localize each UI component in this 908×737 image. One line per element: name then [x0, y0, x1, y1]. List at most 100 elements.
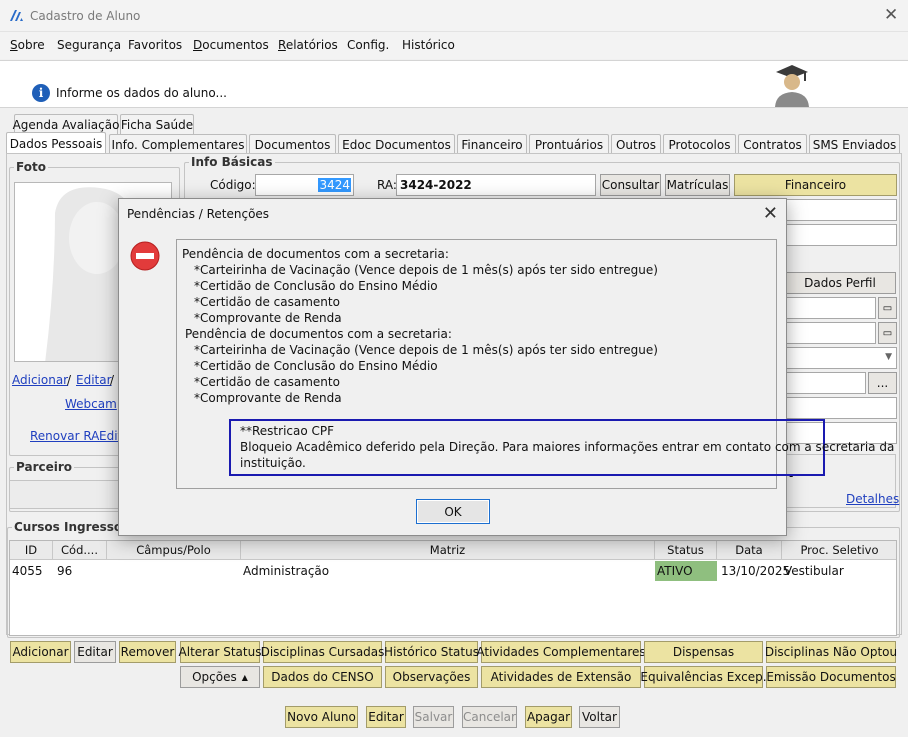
cell-campus [107, 561, 241, 581]
menu-sobre[interactable]: Sobre [10, 38, 45, 52]
ok-button[interactable]: OK [416, 499, 490, 524]
message-box: Pendência de documentos com a secretaria… [176, 239, 894, 489]
message-line: Pendência de documentos com a secretaria… [185, 327, 452, 341]
editar-foto-link[interactable]: Editar [76, 373, 112, 387]
tab-sms-enviados[interactable]: SMS Enviados [809, 134, 900, 154]
column-header-id[interactable]: ID [10, 541, 53, 560]
detalhes-link[interactable]: Detalhes [846, 492, 899, 506]
column-header-campus[interactable]: Câmpus/Polo [107, 541, 241, 560]
menu-historico[interactable]: Histórico [402, 38, 455, 52]
restriction-line: Bloqueio Acadêmico deferido pela Direção… [240, 440, 895, 454]
codigo-field[interactable]: 3424 [255, 174, 354, 196]
remover-curso-button[interactable]: Remover [119, 641, 176, 663]
tab-financeiro[interactable]: Financeiro [457, 134, 527, 154]
cursos-table: ID Cód.... Câmpus/Polo Matriz Status Dat… [9, 540, 897, 636]
foto-legend: Foto [14, 160, 48, 174]
message-line: *Certidão de casamento [194, 295, 340, 309]
column-header-cod[interactable]: Cód.... [53, 541, 107, 560]
dispensas-button[interactable]: Dispensas [644, 641, 763, 663]
tab-outros[interactable]: Outros [611, 134, 661, 154]
graduate-avatar-icon [775, 65, 809, 107]
separator: / [110, 373, 115, 387]
ellipsis-button[interactable]: ... [868, 372, 897, 394]
disciplinas-nao-optou-button[interactable]: Disciplinas Não Optou [765, 641, 897, 663]
adicionar-foto-link[interactable]: Adicionar [12, 373, 68, 387]
matriculas-button[interactable]: Matrículas [665, 174, 730, 196]
parceiro-field[interactable] [9, 480, 121, 509]
tab-protocolos[interactable]: Protocolos [663, 134, 736, 154]
field-right-4[interactable] [784, 397, 897, 419]
column-header-status[interactable]: Status [655, 541, 717, 560]
ra-field[interactable]: 3424-2022 [396, 174, 596, 196]
tab-info-complementares[interactable]: Info. Complementares [109, 134, 247, 154]
close-icon[interactable]: ✕ [884, 5, 898, 25]
tab-edoc-documentos[interactable]: Edoc Documentos [338, 134, 455, 154]
tab-agenda-avaliacao[interactable]: Agenda Avaliação [13, 114, 119, 134]
tab-dados-pessoais[interactable]: Dados Pessoais [6, 132, 106, 154]
select-field[interactable]: ▼ [784, 347, 897, 369]
message-line: *Certidão de Conclusão do Ensino Médio [194, 279, 438, 293]
menu-favoritos[interactable]: Favoritos [128, 38, 182, 52]
apagar-button[interactable]: Apagar [525, 706, 572, 728]
menu-documentos[interactable]: Documentos [193, 38, 269, 52]
financeiro-button[interactable]: Financeiro [734, 174, 897, 196]
date-field-1[interactable] [784, 297, 876, 319]
observacoes-button[interactable]: Observações [385, 666, 478, 688]
menu-config[interactable]: Config. [347, 38, 389, 52]
calendar-icon[interactable]: ▭ [878, 297, 897, 319]
menu-relatorios[interactable]: Relatórios [278, 38, 338, 52]
message-line: Pendência de documentos com a secretaria… [182, 247, 449, 261]
window-title: Cadastro de Aluno [30, 9, 141, 23]
adicionar-curso-button[interactable]: Adicionar [10, 641, 71, 663]
title-bar: Cadastro de Aluno ✕ [0, 0, 908, 32]
calendar-icon[interactable]: ▭ [878, 322, 897, 344]
menu-bar: Sobre Segurança Favoritos Documentos Rel… [0, 32, 908, 59]
message-line: *Comprovante de Renda [194, 311, 342, 325]
column-header-matriz[interactable]: Matriz [241, 541, 655, 560]
historico-status-button[interactable]: Histórico Status [384, 641, 479, 663]
voltar-button[interactable]: Voltar [579, 706, 620, 728]
separator: / [67, 373, 72, 387]
cell-id: 4055 [12, 564, 43, 578]
tab-contratos[interactable]: Contratos [738, 134, 807, 154]
pendencias-dialog: Pendências / Retenções ✕ Pendência de do… [118, 198, 894, 536]
close-icon[interactable]: ✕ [763, 203, 778, 224]
table-row[interactable]: 4055 96 Administração ATIVO 13/10/2025 V… [10, 561, 896, 581]
parceiro-legend: Parceiro [14, 460, 75, 474]
editar-curso-button[interactable]: Editar [74, 641, 116, 663]
emissao-documentos-button[interactable]: Emissão Documentos [766, 666, 896, 688]
tab-prontuarios[interactable]: Prontuários [529, 134, 609, 154]
tab-documentos[interactable]: Documentos [249, 134, 336, 154]
field-right-1[interactable] [784, 199, 897, 221]
ra-value: 3424-2022 [400, 178, 472, 192]
opcoes-button[interactable]: Opções ▲ [180, 666, 260, 688]
editar-button[interactable]: Editar [366, 706, 406, 728]
equivalencias-button[interactable]: Equivalências Excep. [640, 666, 767, 688]
atividades-extensao-button[interactable]: Atividades de Extensão [481, 666, 641, 688]
cancelar-button[interactable]: Cancelar [462, 706, 517, 728]
codigo-label: Código: [210, 178, 256, 192]
info-message: Informe os dados do aluno... [56, 86, 227, 100]
message-line: *Carteirinha de Vacinação (Vence depois … [194, 263, 658, 277]
atividades-complementares-button[interactable]: Atividades Complementares [476, 641, 646, 663]
info-basicas-legend: Info Básicas [189, 155, 275, 169]
renovar-ra-link[interactable]: Renovar RA [30, 429, 99, 443]
restriction-box: **Restricao CPF Bloqueio Acadêmico defer… [229, 419, 894, 476]
column-header-data[interactable]: Data [717, 541, 782, 560]
tab-ficha-saude[interactable]: Ficha Saúde [120, 114, 194, 134]
dados-perfil-button[interactable]: Dados Perfil [784, 272, 896, 294]
dados-censo-button[interactable]: Dados do CENSO [263, 666, 382, 688]
date-field-2[interactable] [784, 322, 876, 344]
salvar-button[interactable]: Salvar [413, 706, 454, 728]
cell-proc-seletivo: Vestibular [784, 564, 844, 578]
field-right-3[interactable] [784, 372, 866, 394]
disciplinas-cursadas-button[interactable]: Disciplinas Cursadas [261, 641, 384, 663]
novo-aluno-button[interactable]: Novo Aluno [285, 706, 358, 728]
webcam-link[interactable]: Webcam [65, 397, 117, 411]
field-right-2[interactable] [784, 224, 897, 246]
column-header-proc-seletivo[interactable]: Proc. Seletivo [782, 541, 896, 560]
alterar-status-button[interactable]: Alterar Status [179, 641, 261, 663]
consultar-button[interactable]: Consultar [600, 174, 661, 196]
menu-seguranca[interactable]: Segurança [57, 38, 121, 52]
cell-cod: 96 [57, 564, 73, 578]
